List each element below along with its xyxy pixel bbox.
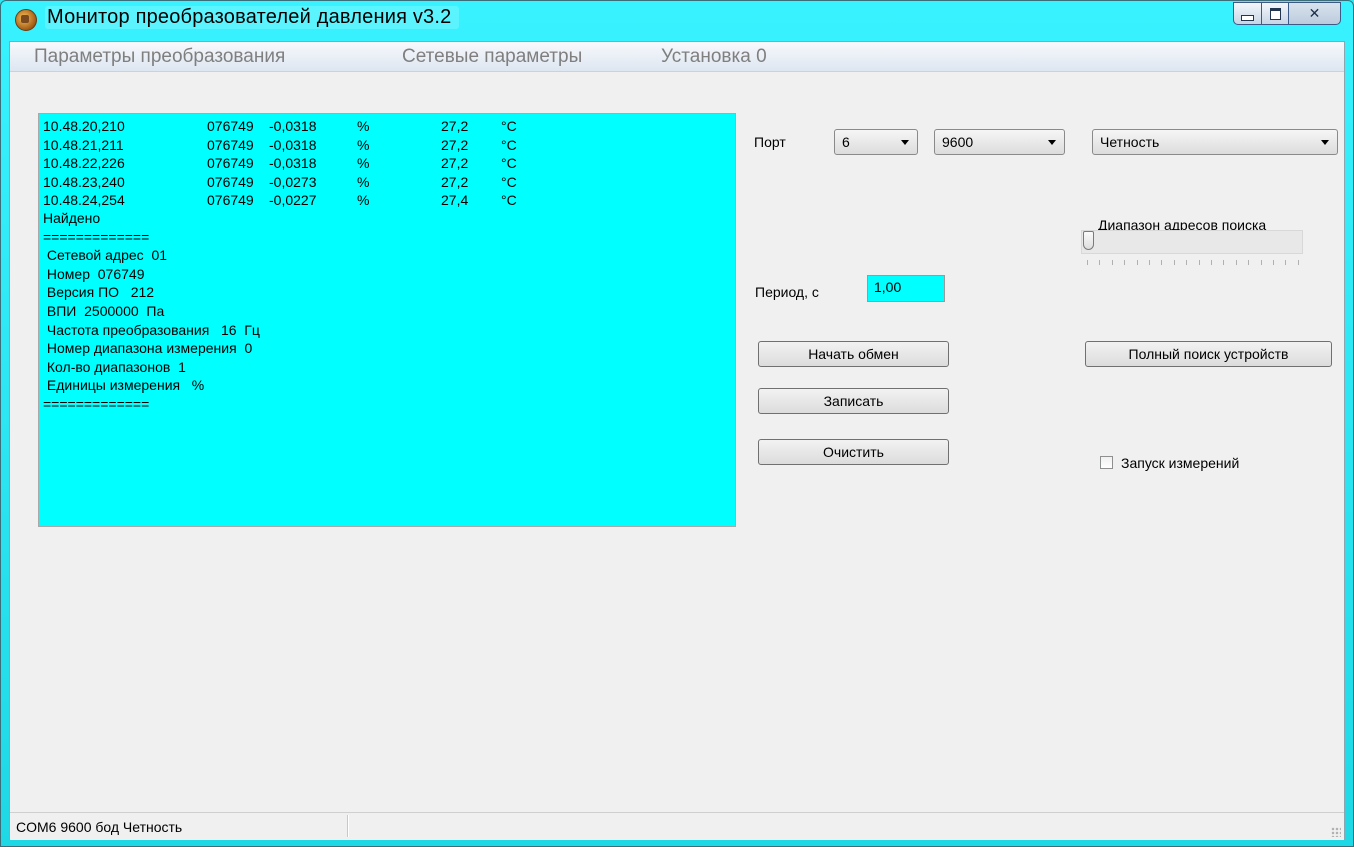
port-select[interactable]: 6 bbox=[834, 129, 918, 155]
maximize-icon bbox=[1269, 7, 1281, 20]
menu-network-params[interactable]: Сетевые параметры bbox=[402, 46, 582, 68]
chevron-down-icon bbox=[1321, 140, 1329, 145]
log-serial: 076749 bbox=[207, 118, 254, 134]
maximize-button[interactable] bbox=[1262, 2, 1289, 25]
status-separator bbox=[347, 815, 349, 837]
log-output[interactable]: 10.48.20,210 076749 -0,0318% 27,2 °C 10.48.21… bbox=[38, 113, 736, 527]
log-temperature: 27,2 bbox=[441, 173, 469, 190]
log-unit: % bbox=[357, 118, 370, 134]
log-line: ============= bbox=[43, 228, 150, 245]
log-temp-unit: °C bbox=[501, 136, 517, 153]
log-line: Кол-во диапазонов 1 bbox=[43, 358, 186, 375]
resize-grip-icon[interactable] bbox=[1331, 827, 1341, 837]
close-button[interactable]: ✕ bbox=[1289, 2, 1341, 25]
close-icon: ✕ bbox=[1308, 5, 1321, 22]
log-line: Частота преобразования 16 Гц bbox=[43, 321, 260, 338]
range-slider-thumb[interactable] bbox=[1083, 231, 1094, 250]
log-line: Найдено bbox=[43, 210, 101, 226]
period-label: Период, с bbox=[755, 284, 819, 300]
log-unit: % bbox=[357, 136, 370, 153]
measure-checkbox[interactable] bbox=[1100, 456, 1113, 469]
log-unit: % bbox=[357, 192, 370, 208]
clear-button[interactable]: Очистить bbox=[758, 439, 949, 465]
log-line: Версия ПО 212 bbox=[43, 284, 155, 301]
measure-checkbox-label[interactable]: Запуск измерений bbox=[1121, 455, 1239, 471]
caption-buttons: ✕ bbox=[1233, 2, 1341, 25]
log-serial: 076749 bbox=[207, 136, 254, 153]
log-line: ВПИ 2500000 Па bbox=[43, 303, 165, 319]
start-exchange-button[interactable]: Начать обмен bbox=[758, 341, 949, 367]
app-icon[interactable] bbox=[15, 9, 37, 31]
log-line: Сетевой адрес 01 bbox=[43, 247, 168, 264]
log-unit: % bbox=[357, 173, 370, 190]
parity-select-value: Четность bbox=[1100, 134, 1160, 150]
main-window: Монитор преобразователей давления v3.2 ✕… bbox=[0, 0, 1354, 847]
log-temp-unit: °C bbox=[501, 192, 517, 208]
minimize-button[interactable] bbox=[1233, 2, 1262, 25]
log-temp-unit: °C bbox=[501, 155, 517, 171]
baud-select-value: 9600 bbox=[942, 134, 974, 150]
client-area: Параметры преобразования Сетевые парамет… bbox=[9, 41, 1345, 840]
log-temp-unit: °C bbox=[501, 118, 517, 134]
log-value: -0,0273 bbox=[269, 173, 317, 190]
log-address: 10.48.24,254 bbox=[43, 192, 125, 208]
minimize-icon bbox=[1241, 14, 1254, 21]
log-value: -0,0227 bbox=[269, 192, 317, 208]
log-unit: % bbox=[357, 155, 370, 171]
title-bar[interactable]: Монитор преобразователей давления v3.2 ✕ bbox=[1, 1, 1353, 35]
window-title: Монитор преобразователей давления v3.2 bbox=[45, 6, 460, 29]
port-select-value: 6 bbox=[842, 134, 850, 150]
log-serial: 076749 bbox=[207, 155, 254, 171]
range-slider-ticks bbox=[1087, 260, 1299, 266]
log-line: Номер 076749 bbox=[43, 265, 145, 282]
log-line: Номер диапазона измерения 0 bbox=[43, 340, 253, 357]
menu-conversion-params[interactable]: Параметры преобразования bbox=[34, 46, 285, 68]
log-address: 10.48.23,240 bbox=[43, 173, 125, 190]
chevron-down-icon bbox=[901, 140, 909, 145]
log-temperature: 27,4 bbox=[441, 192, 469, 208]
chevron-down-icon bbox=[1048, 140, 1056, 145]
log-address: 10.48.22,226 bbox=[43, 155, 125, 171]
log-line: Единицы измерения % bbox=[43, 377, 205, 394]
log-address: 10.48.21,211 bbox=[43, 136, 124, 153]
log-temperature: 27,2 bbox=[441, 118, 469, 134]
log-temp-unit: °C bbox=[501, 173, 517, 190]
parity-select[interactable]: Четность bbox=[1092, 129, 1338, 155]
status-text: COM6 9600 бод Четность bbox=[16, 819, 183, 835]
port-label: Порт bbox=[754, 134, 786, 150]
baud-select[interactable]: 9600 bbox=[934, 129, 1065, 155]
status-bar: COM6 9600 бод Четность bbox=[10, 812, 1344, 840]
log-address: 10.48.20,210 bbox=[43, 118, 125, 134]
log-value: -0,0318 bbox=[269, 155, 317, 171]
full-search-button[interactable]: Полный поиск устройств bbox=[1085, 341, 1332, 367]
log-serial: 076749 bbox=[207, 192, 254, 208]
log-value: -0,0318 bbox=[269, 136, 317, 153]
log-temperature: 27,2 bbox=[441, 136, 469, 153]
log-temperature: 27,2 bbox=[441, 155, 469, 171]
period-input[interactable]: 1,00 bbox=[867, 275, 945, 302]
menu-bar: Параметры преобразования Сетевые парамет… bbox=[10, 42, 1344, 72]
log-serial: 076749 bbox=[207, 173, 254, 190]
write-button[interactable]: Записать bbox=[758, 388, 949, 414]
menu-zero-setting[interactable]: Установка 0 bbox=[661, 46, 767, 68]
range-slider[interactable] bbox=[1081, 230, 1303, 254]
log-value: -0,0318 bbox=[269, 118, 317, 134]
log-line: ============= bbox=[43, 396, 150, 412]
